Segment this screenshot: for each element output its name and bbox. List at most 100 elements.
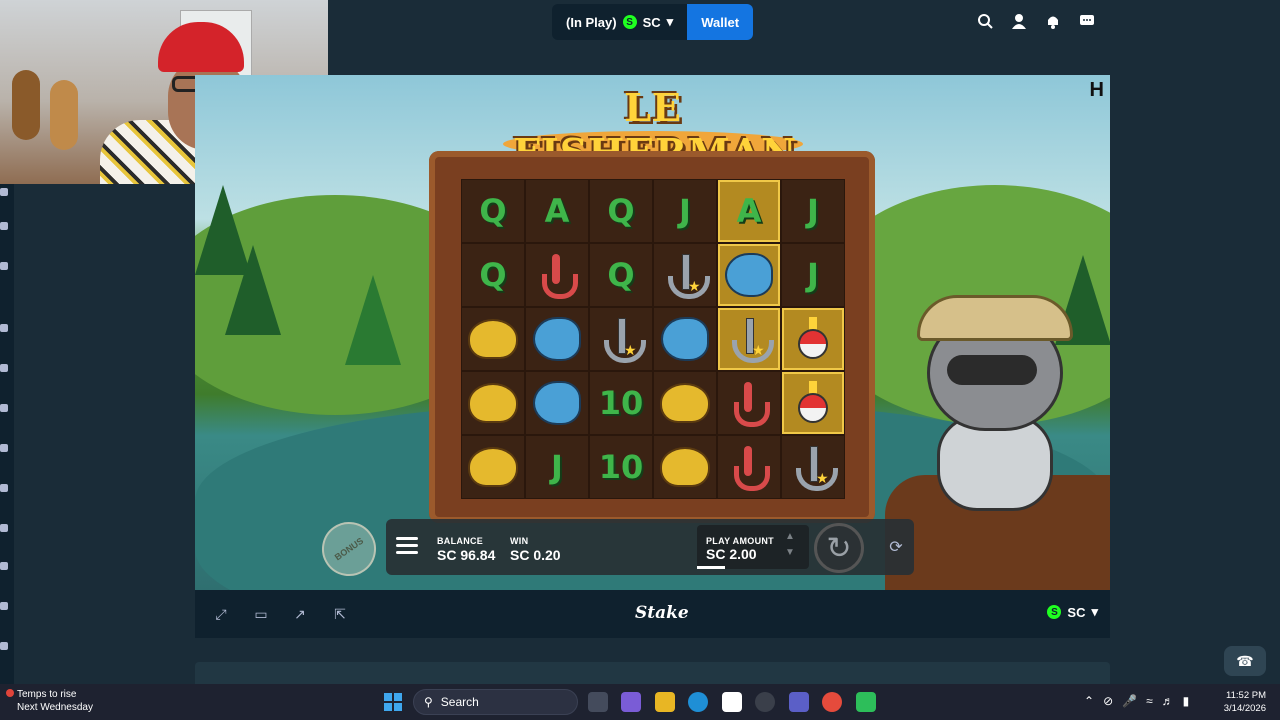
fish-symbol-icon [533,381,581,425]
game-logo: LE FISHERMAN [513,85,796,175]
spin-button[interactable]: ↻ [814,523,864,573]
guitar-image [12,70,40,140]
reel-grid: Q A Q J A J Q Q ★ J ★ ★ 10 J 10 ★ [461,179,845,499]
fish-symbol-icon [725,253,773,297]
theatre-mode-icon[interactable]: ▭ [253,606,269,622]
autoplay-icon[interactable]: ⟳ [886,537,906,557]
favorites-icon[interactable] [0,324,8,332]
edge-browser-icon[interactable] [688,692,708,712]
footer-currency-selector[interactable]: S SC ▾ [1047,604,1098,620]
clock-time: 11:52 PM [1226,690,1266,701]
chevron-down-icon: ▾ [666,14,674,29]
hook-symbol-icon [542,254,578,299]
stake-logo: Stake [635,603,689,623]
reel-cell [717,371,781,435]
helmet-symbol-icon [468,383,518,423]
top-right-icons [976,12,1096,30]
chevron-down-icon[interactable]: ▼ [783,545,797,561]
chevron-down-icon: ▾ [1091,604,1098,619]
in-play-label: (In Play) [566,14,617,30]
chevron-up-icon[interactable]: ▲ [783,529,797,545]
reel-cell: ★ [717,307,781,371]
weather-line2: Next Wednesday [17,702,93,713]
reel-cell: A [525,179,589,243]
user-icon[interactable] [1010,12,1028,30]
win-value: SC 0.20 [510,547,561,563]
slots-icon[interactable] [0,484,8,492]
network-off-icon[interactable]: ⊘ [1103,694,1113,708]
tree [225,245,281,335]
taskbar-search[interactable]: ⚲ Search [413,689,578,715]
game-frame[interactable]: LE FISHERMAN H QAQJAJQQ★J★★10J10★ [195,75,1110,590]
promotions-icon[interactable] [0,262,8,270]
battery-icon[interactable]: ▮ [1183,694,1190,708]
recent-icon[interactable] [0,364,8,372]
reel-cell: J [781,243,845,307]
notification-icon[interactable] [1044,12,1062,30]
fish-symbol-icon [533,317,581,361]
sports-icon[interactable] [0,222,8,230]
reel-cell: Q [589,179,653,243]
live-casino-icon[interactable] [0,524,8,532]
microphone-icon[interactable]: 🎤 [1122,694,1137,708]
originals-icon[interactable] [0,444,8,452]
wifi-icon[interactable]: ≈ [1146,694,1153,708]
symbol-letter: A [544,192,570,230]
task-view-icon[interactable] [588,692,608,712]
symbol-letter: A [736,192,762,230]
providers-icon[interactable] [0,642,8,650]
wallet-switcher: (In Play) S SC ▾ Wallet [552,4,754,40]
store-icon[interactable] [722,692,742,712]
chat-icon[interactable] [1078,12,1096,30]
teams-icon[interactable] [789,692,809,712]
file-explorer-icon[interactable] [655,692,675,712]
chevron-up-icon[interactable]: ⌃ [1084,694,1094,708]
chrome-icon[interactable] [822,692,842,712]
balance-value: SC 96.84 [437,547,496,563]
play-amount-label: PLAY AMOUNT [706,536,774,546]
dell-icon[interactable] [755,692,775,712]
reel-cell: ★ [653,243,717,307]
provider-logo: H [1089,79,1104,101]
helmet-symbol-icon [468,447,518,487]
fish-symbol-icon [661,317,709,361]
raccoon-hat [917,295,1073,341]
balance-dropdown[interactable]: (In Play) S SC ▾ [552,4,688,40]
reel-cell [781,371,845,435]
new-releases-icon[interactable] [0,602,8,610]
raccoon-mask [947,355,1037,385]
chat-app-icon[interactable] [856,692,876,712]
search-icon[interactable] [976,12,994,30]
reel-cell [525,243,589,307]
windows-start-icon[interactable] [384,693,402,711]
symbol-letter: J [807,256,819,294]
stats-icon[interactable]: ↗ [292,606,308,622]
reel-cell: ★ [781,435,845,499]
hook-symbol-icon [734,446,770,491]
taskbar-clock[interactable]: 11:52 PM 3/14/2026 [1222,689,1266,715]
fullscreen-icon[interactable]: ⤢ [213,606,229,622]
system-tray: ⌃ ⊘ 🎤 ≈ ♬ ▮ [1084,694,1189,708]
bet-adjust-arrows[interactable]: ▲ ▼ [783,529,797,565]
reel-cell [717,435,781,499]
reel-cell: A [717,179,781,243]
challenges-icon[interactable] [0,404,8,412]
reel-cell [461,435,525,499]
balance-label: BALANCE [437,536,484,546]
weather-widget[interactable]: Temps to rise Next Wednesday [6,688,93,714]
menu-icon[interactable] [396,537,418,555]
volume-icon[interactable]: ♬ [1162,694,1174,708]
symbol-letter: 10 [598,448,644,486]
popout-icon[interactable]: ⇱ [332,606,348,622]
casino-icon[interactable] [0,188,8,196]
copilot-icon[interactable] [621,692,641,712]
win-label: WIN [510,536,529,546]
game-shows-icon[interactable] [0,562,8,570]
symbol-letter: Q [607,192,635,230]
live-support-button[interactable]: ☎ [1224,646,1266,676]
wallet-button[interactable]: Wallet [687,4,754,40]
reel-cell [525,371,589,435]
reel-cell: Q [461,243,525,307]
search-icon: ⚲ [424,695,433,709]
reel-cell: Q [461,179,525,243]
